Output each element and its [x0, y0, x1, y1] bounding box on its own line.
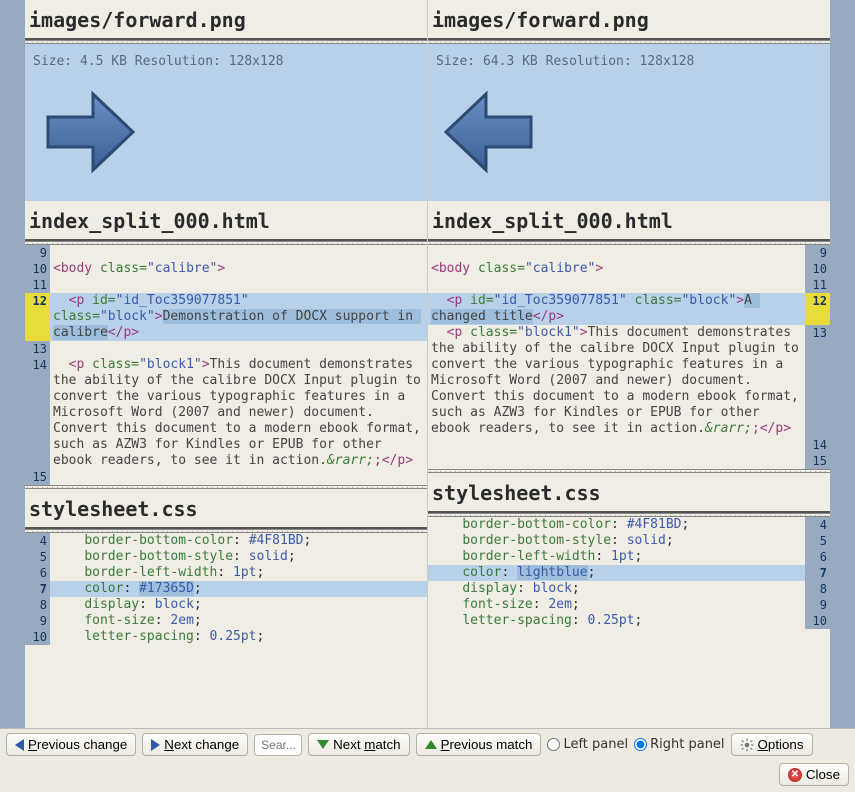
css-code-left[interactable]: 4 border-bottom-color: #4F81BD; 5 border…: [25, 533, 427, 645]
image-meta-left: Size: 4.5 KB Resolution: 128x128: [33, 54, 419, 69]
image-diff-right: Size: 64.3 KB Resolution: 128x128: [428, 44, 830, 201]
next-match-label: Next match: [333, 737, 400, 752]
toolbar: Previous change Next change Next match P…: [0, 728, 855, 760]
next-change-button[interactable]: Next change: [142, 733, 248, 756]
close-label: Close: [806, 767, 840, 782]
right-panel-radio[interactable]: Right panel: [634, 737, 724, 752]
previous-change-icon: [15, 739, 24, 751]
right-panel-label: Right panel: [650, 737, 724, 752]
search-input[interactable]: [254, 734, 302, 756]
next-change-label: ext change: [174, 737, 239, 752]
next-match-button[interactable]: Next match: [308, 733, 409, 756]
previous-change-button[interactable]: Previous change: [6, 733, 136, 756]
left-panel-radio-input[interactable]: [547, 738, 560, 751]
options-button[interactable]: Options: [731, 733, 813, 756]
right-edge-gutter: [830, 0, 855, 728]
close-icon: ✕: [788, 768, 802, 782]
diff-area: images/forward.png Size: 4.5 KB Resoluti…: [0, 0, 855, 728]
forward-arrow-icon: [33, 82, 143, 182]
left-pane: images/forward.png Size: 4.5 KB Resoluti…: [25, 0, 428, 728]
image-diff-left: Size: 4.5 KB Resolution: 128x128: [25, 44, 427, 201]
left-panel-label: Left panel: [563, 737, 628, 752]
previous-match-button[interactable]: Previous match: [416, 733, 542, 756]
image-meta-right: Size: 64.3 KB Resolution: 128x128: [436, 54, 822, 69]
html-code-right[interactable]: 9 <body class="calibre">10 11 <p id="id_…: [428, 245, 830, 469]
close-bar: ✕ Close: [0, 760, 855, 792]
close-button[interactable]: ✕ Close: [779, 763, 849, 786]
file-header-css-right: stylesheet.css: [428, 473, 830, 513]
left-edge-gutter: [0, 0, 25, 728]
file-header-image-right: images/forward.png: [428, 0, 830, 40]
next-change-icon: [151, 739, 160, 751]
file-header-image-left: images/forward.png: [25, 0, 427, 40]
previous-match-icon: [425, 740, 437, 749]
right-pane: images/forward.png Size: 64.3 KB Resolut…: [428, 0, 830, 728]
previous-change-label: revious change: [37, 737, 127, 752]
options-label: ptions: [768, 737, 804, 752]
next-match-icon: [317, 740, 329, 749]
right-panel-radio-input[interactable]: [634, 738, 647, 751]
html-code-left[interactable]: 9 10<body class="calibre"> 11 12 <p id="…: [25, 245, 427, 485]
back-arrow-icon: [436, 82, 546, 182]
file-header-html-right: index_split_000.html: [428, 201, 830, 241]
left-panel-radio[interactable]: Left panel: [547, 737, 628, 752]
gear-icon: [740, 738, 754, 752]
file-header-html-left: index_split_000.html: [25, 201, 427, 241]
previous-match-label: Previous match: [441, 737, 533, 752]
file-header-css-left: stylesheet.css: [25, 489, 427, 529]
css-code-right[interactable]: border-bottom-color: #4F81BD;4 border-bo…: [428, 517, 830, 629]
